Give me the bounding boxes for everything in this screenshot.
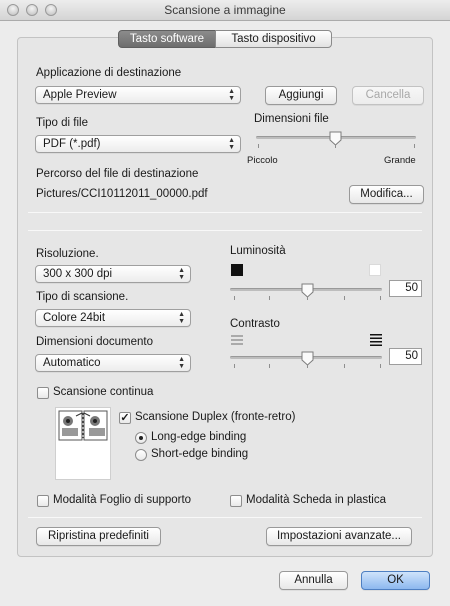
popup-arrows-icon: ▲ ▼ [178, 311, 185, 325]
contrast-tick [269, 364, 270, 368]
file-type-label: Tipo di file [36, 117, 88, 129]
add-button[interactable]: Aggiungi [265, 86, 337, 105]
duplex-label: Scansione Duplex (fronte-retro) [135, 411, 296, 423]
contrast-tick [234, 364, 235, 368]
long-edge-label: Long-edge binding [151, 431, 247, 443]
plastic-card-checkbox[interactable] [230, 495, 242, 507]
contrast-tick [380, 364, 381, 368]
carrier-sheet-checkbox[interactable] [37, 495, 49, 507]
scan-type-value: Colore 24bit [43, 312, 106, 324]
popup-arrows-icon: ▲ ▼ [178, 267, 185, 281]
resolution-label: Risoluzione. [36, 248, 99, 260]
high-contrast-icon [370, 334, 382, 346]
document-size-label: Dimensioni documento [36, 336, 153, 348]
low-contrast-icon [231, 335, 243, 345]
file-size-tick [335, 144, 336, 148]
file-size-min-label: Piccolo [247, 155, 278, 166]
black-swatch-icon [231, 264, 243, 276]
scan-type-popup[interactable]: Colore 24bit ▲ ▼ [35, 309, 191, 327]
brightness-value-field[interactable]: 50 [389, 280, 422, 297]
document-size-value: Automatico [43, 357, 101, 369]
destination-app-popup[interactable]: Apple Preview ▲ ▼ [35, 86, 241, 104]
contrast-tick [344, 364, 345, 368]
resolution-popup[interactable]: 300 x 300 dpi ▲ ▼ [35, 265, 191, 283]
white-swatch-icon [369, 264, 381, 276]
file-type-popup[interactable]: PDF (*.pdf) ▲ ▼ [35, 135, 241, 153]
scan-type-label: Tipo di scansione. [36, 291, 129, 303]
brightness-tick [269, 296, 270, 300]
modify-path-button[interactable]: Modifica... [349, 185, 424, 204]
duplex-preview-panel [55, 407, 111, 480]
separator [28, 230, 422, 231]
restore-defaults-button[interactable]: Ripristina predefiniti [36, 527, 161, 546]
brightness-tick [234, 296, 235, 300]
file-size-tick [258, 144, 259, 148]
popup-arrows-icon: ▲ ▼ [228, 88, 235, 102]
ok-button[interactable]: OK [361, 571, 430, 590]
brightness-label: Luminosità [230, 245, 286, 257]
popup-arrows-icon: ▲ ▼ [178, 356, 185, 370]
continuous-scan-checkbox[interactable] [37, 387, 49, 399]
duplex-checkbox[interactable]: ✓ [119, 412, 131, 424]
file-size-max-label: Grande [384, 155, 416, 166]
tab-device-button[interactable]: Tasto dispositivo [215, 30, 332, 48]
document-size-popup[interactable]: Automatico ▲ ▼ [35, 354, 191, 372]
checkmark-icon: ✓ [120, 412, 130, 424]
brightness-tick [344, 296, 345, 300]
contrast-tick [307, 364, 308, 368]
file-size-label: Dimensioni file [254, 113, 329, 125]
resolution-value: 300 x 300 dpi [43, 268, 113, 280]
contrast-value-field[interactable]: 50 [389, 348, 422, 365]
delete-button[interactable]: Cancella [352, 86, 424, 105]
file-size-tick [414, 144, 415, 148]
popup-arrows-icon: ▲ ▼ [228, 137, 235, 151]
duplex-pages-icon [58, 410, 108, 441]
separator [28, 212, 422, 213]
brightness-tick [307, 296, 308, 300]
destination-app-label: Applicazione di destinazione [36, 67, 182, 79]
tab-software-button[interactable]: Tasto software [118, 30, 216, 48]
cancel-button[interactable]: Annulla [279, 571, 348, 590]
short-edge-label: Short-edge binding [151, 448, 249, 460]
destination-path-value: Pictures/CCI10112011_00000.pdf [36, 188, 208, 200]
window-title: Scansione a immagine [164, 3, 286, 17]
destination-app-value: Apple Preview [43, 89, 117, 101]
brightness-tick [380, 296, 381, 300]
contrast-label: Contrasto [230, 318, 280, 330]
destination-path-label: Percorso del file di destinazione [36, 168, 199, 180]
title-bar: Scansione a immagine [0, 0, 450, 21]
separator [28, 517, 422, 518]
short-edge-radio[interactable] [135, 449, 147, 461]
carrier-sheet-label: Modalità Foglio di supporto [53, 494, 192, 506]
long-edge-radio[interactable] [135, 432, 147, 444]
advanced-settings-button[interactable]: Impostazioni avanzate... [266, 527, 412, 546]
file-type-value: PDF (*.pdf) [43, 138, 101, 150]
continuous-scan-label: Scansione continua [53, 386, 154, 398]
plastic-card-label: Modalità Scheda in plastica [246, 494, 386, 506]
